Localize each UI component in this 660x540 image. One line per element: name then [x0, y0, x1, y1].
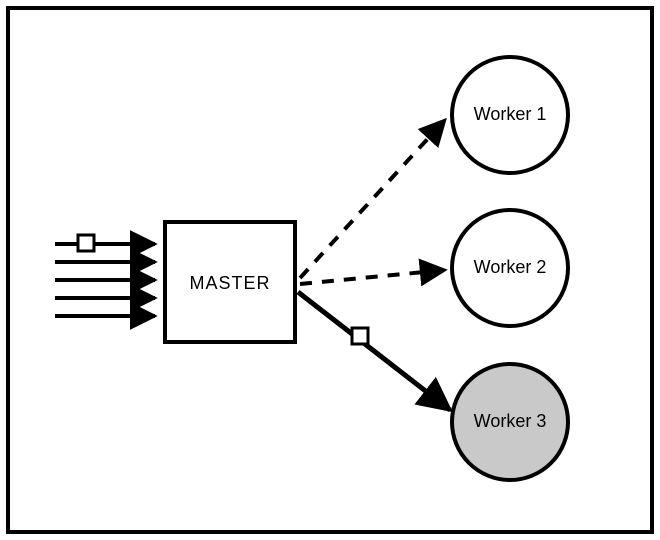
worker-1-node: Worker 1 — [452, 57, 568, 173]
worker-1-label: Worker 1 — [474, 104, 547, 124]
diagram-svg: MASTER Worker 1 Worker 2 Worker 3 — [0, 0, 660, 540]
diagram-canvas: MASTER Worker 1 Worker 2 Worker 3 — [0, 0, 660, 540]
worker-2-node: Worker 2 — [452, 210, 568, 326]
worker-2-label: Worker 2 — [474, 257, 547, 277]
worker-3-label: Worker 3 — [474, 411, 547, 431]
master-label: MASTER — [189, 273, 270, 293]
packet-icon — [352, 328, 368, 344]
worker-3-node: Worker 3 — [452, 364, 568, 480]
packet-icon — [78, 235, 94, 251]
master-node: MASTER — [165, 222, 295, 342]
